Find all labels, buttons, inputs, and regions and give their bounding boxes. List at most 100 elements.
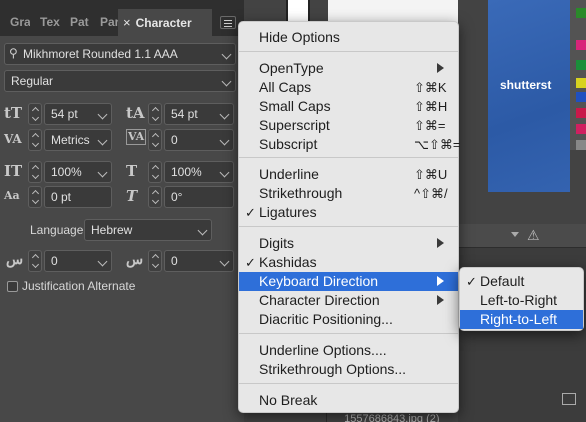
kerning-field[interactable]: Metrics [44,129,112,151]
swatch[interactable] [576,60,586,70]
menu-item-label: Digits [259,235,295,251]
menu-item-shortcut: ⇧⌘K [414,80,447,95]
menu-item-character-direction[interactable]: Character Direction [239,291,458,310]
menu-item-hide-options[interactable]: Hide Options [239,28,458,47]
submenu-item-label: Default [480,273,525,289]
tab-label: Pat [70,15,89,29]
menu-item-subscript[interactable]: Subscript ⌥⇧⌘= [239,135,461,154]
menu-item-label: Kashidas [259,254,317,270]
menu-item-shortcut: ⇧⌘= [414,118,446,133]
menu-item-keyboard-direction[interactable]: Keyboard Direction [239,272,458,291]
menu-item-opentype[interactable]: OpenType [239,59,458,78]
swatch[interactable] [576,78,586,88]
chevron-down-icon [97,256,108,267]
tab-text-styles[interactable]: Tex [30,9,60,36]
horizontal-scale-field[interactable]: 100% [164,161,234,183]
menu-item-diacritic-positioning[interactable]: Diacritic Positioning... [239,310,458,329]
menu-item-shortcut: ^⇧⌘/ [414,186,448,201]
rotation-stepper[interactable] [148,186,162,208]
menu-item-label: Strikethrough [259,185,343,201]
baseline-shift-stepper[interactable] [28,186,42,208]
leading-icon: tA [126,104,145,122]
baseline-shift-icon: Aa [4,189,20,202]
font-style-field[interactable]: Regular [4,70,236,92]
swatch[interactable] [576,108,586,118]
vertical-scale-field[interactable]: 100% [44,161,112,183]
new-layer-icon[interactable] [562,393,576,405]
chevron-down-icon[interactable] [511,232,519,237]
menu-item-underline-options[interactable]: Underline Options.... [239,341,458,360]
justification-alternate-label: Justification Alternate [22,279,136,293]
menu-item-superscript[interactable]: Superscript ⇧⌘= [239,116,458,135]
screen: shutterst ⚠ _1557686843.jpg (2) Gra Tex … [0,0,586,422]
swatch[interactable] [576,92,586,102]
diacritic-x-stepper[interactable] [28,250,42,272]
justification-alternate-checkbox[interactable] [7,281,18,292]
tab-character[interactable]: × Character [118,9,212,36]
font-size-value: 54 pt [51,107,78,121]
submenu-item-left-to-right[interactable]: Left-to-Right [460,291,583,310]
tab-label: Par [100,15,118,29]
menu-separator [239,383,458,384]
panel-menu-icon[interactable] [220,16,236,29]
menu-item-label: Ligatures [259,204,317,220]
vertical-scale-stepper[interactable] [28,161,42,183]
swatch[interactable] [576,140,586,150]
menu-item-digits[interactable]: Digits [239,234,458,253]
menu-item-underline[interactable]: Underline ⇧⌘U [239,165,458,184]
leading-field[interactable]: 54 pt [164,103,234,125]
swatch[interactable] [576,124,586,134]
rotation-field[interactable]: 0° [164,186,234,208]
swatch[interactable] [576,8,586,18]
menu-item-shortcut: ⌥⇧⌘= [414,137,461,152]
search-icon: ⚲ [9,46,18,60]
tab-label: Tex [40,15,60,29]
menu-item-no-break[interactable]: No Break [239,391,458,410]
kerning-stepper[interactable] [28,129,42,151]
menu-item-strikethrough[interactable]: Strikethrough ^⇧⌘/ [239,184,458,203]
tab-paragraph[interactable]: Par [90,9,118,36]
horizontal-scale-icon: T [126,162,138,180]
menu-item-label: All Caps [259,79,312,95]
font-size-stepper[interactable] [28,103,42,125]
menu-item-ligatures[interactable]: ✓ Ligatures [239,203,458,222]
language-select[interactable]: Hebrew [84,219,212,241]
diacritic-y-icon: س [126,252,144,268]
menu-separator [239,157,458,158]
diacritic-x-field[interactable]: 0 [44,250,112,272]
character-panel-flyout-menu: Hide Options OpenType All Caps ⇧⌘K Small Cap… [238,21,461,413]
chevron-down-icon [221,49,232,60]
menu-item-small-caps[interactable]: Small Caps ⇧⌘H [239,97,458,116]
font-family-field[interactable]: ⚲ Mikhmoret Rounded 1.1 AAA [4,43,236,65]
font-size-icon: tT [4,104,23,122]
tracking-field[interactable]: 0 [164,129,234,151]
photo-image [488,0,570,192]
language-value: Hebrew [91,223,133,237]
swatch[interactable] [576,40,586,50]
menu-item-kashidas[interactable]: ✓ Kashidas [239,253,458,272]
menu-item-shortcut: ⇧⌘U [414,167,448,182]
warning-icon[interactable]: ⚠ [527,227,540,244]
tracking-icon: VA [126,129,147,145]
horizontal-scale-stepper[interactable] [148,161,162,183]
swatches-panel [570,0,586,150]
submenu-item-default[interactable]: ✓ Default [460,272,583,291]
chevron-down-icon [197,225,208,236]
menu-item-label: Underline [259,166,319,182]
diacritic-y-field[interactable]: 0 [164,250,234,272]
menu-item-all-caps[interactable]: All Caps ⇧⌘K [239,78,458,97]
close-icon[interactable]: × [123,15,131,30]
diacritic-y-stepper[interactable] [148,250,162,272]
font-size-field[interactable]: 54 pt [44,103,112,125]
menu-item-strikethrough-options[interactable]: Strikethrough Options... [239,360,458,379]
baseline-shift-field[interactable]: 0 pt [44,186,112,208]
submenu-arrow-icon [437,63,444,73]
leading-stepper[interactable] [148,103,162,125]
submenu-item-right-to-left[interactable]: Right-to-Left [460,310,583,329]
tab-paths[interactable]: Pat [60,9,90,36]
kerning-icon: VA [4,132,22,146]
menu-item-label: Keyboard Direction [259,273,379,289]
tab-graphic-styles[interactable]: Gra [0,9,30,36]
tracking-stepper[interactable] [148,129,162,151]
menu-item-label: Subscript [259,136,318,152]
